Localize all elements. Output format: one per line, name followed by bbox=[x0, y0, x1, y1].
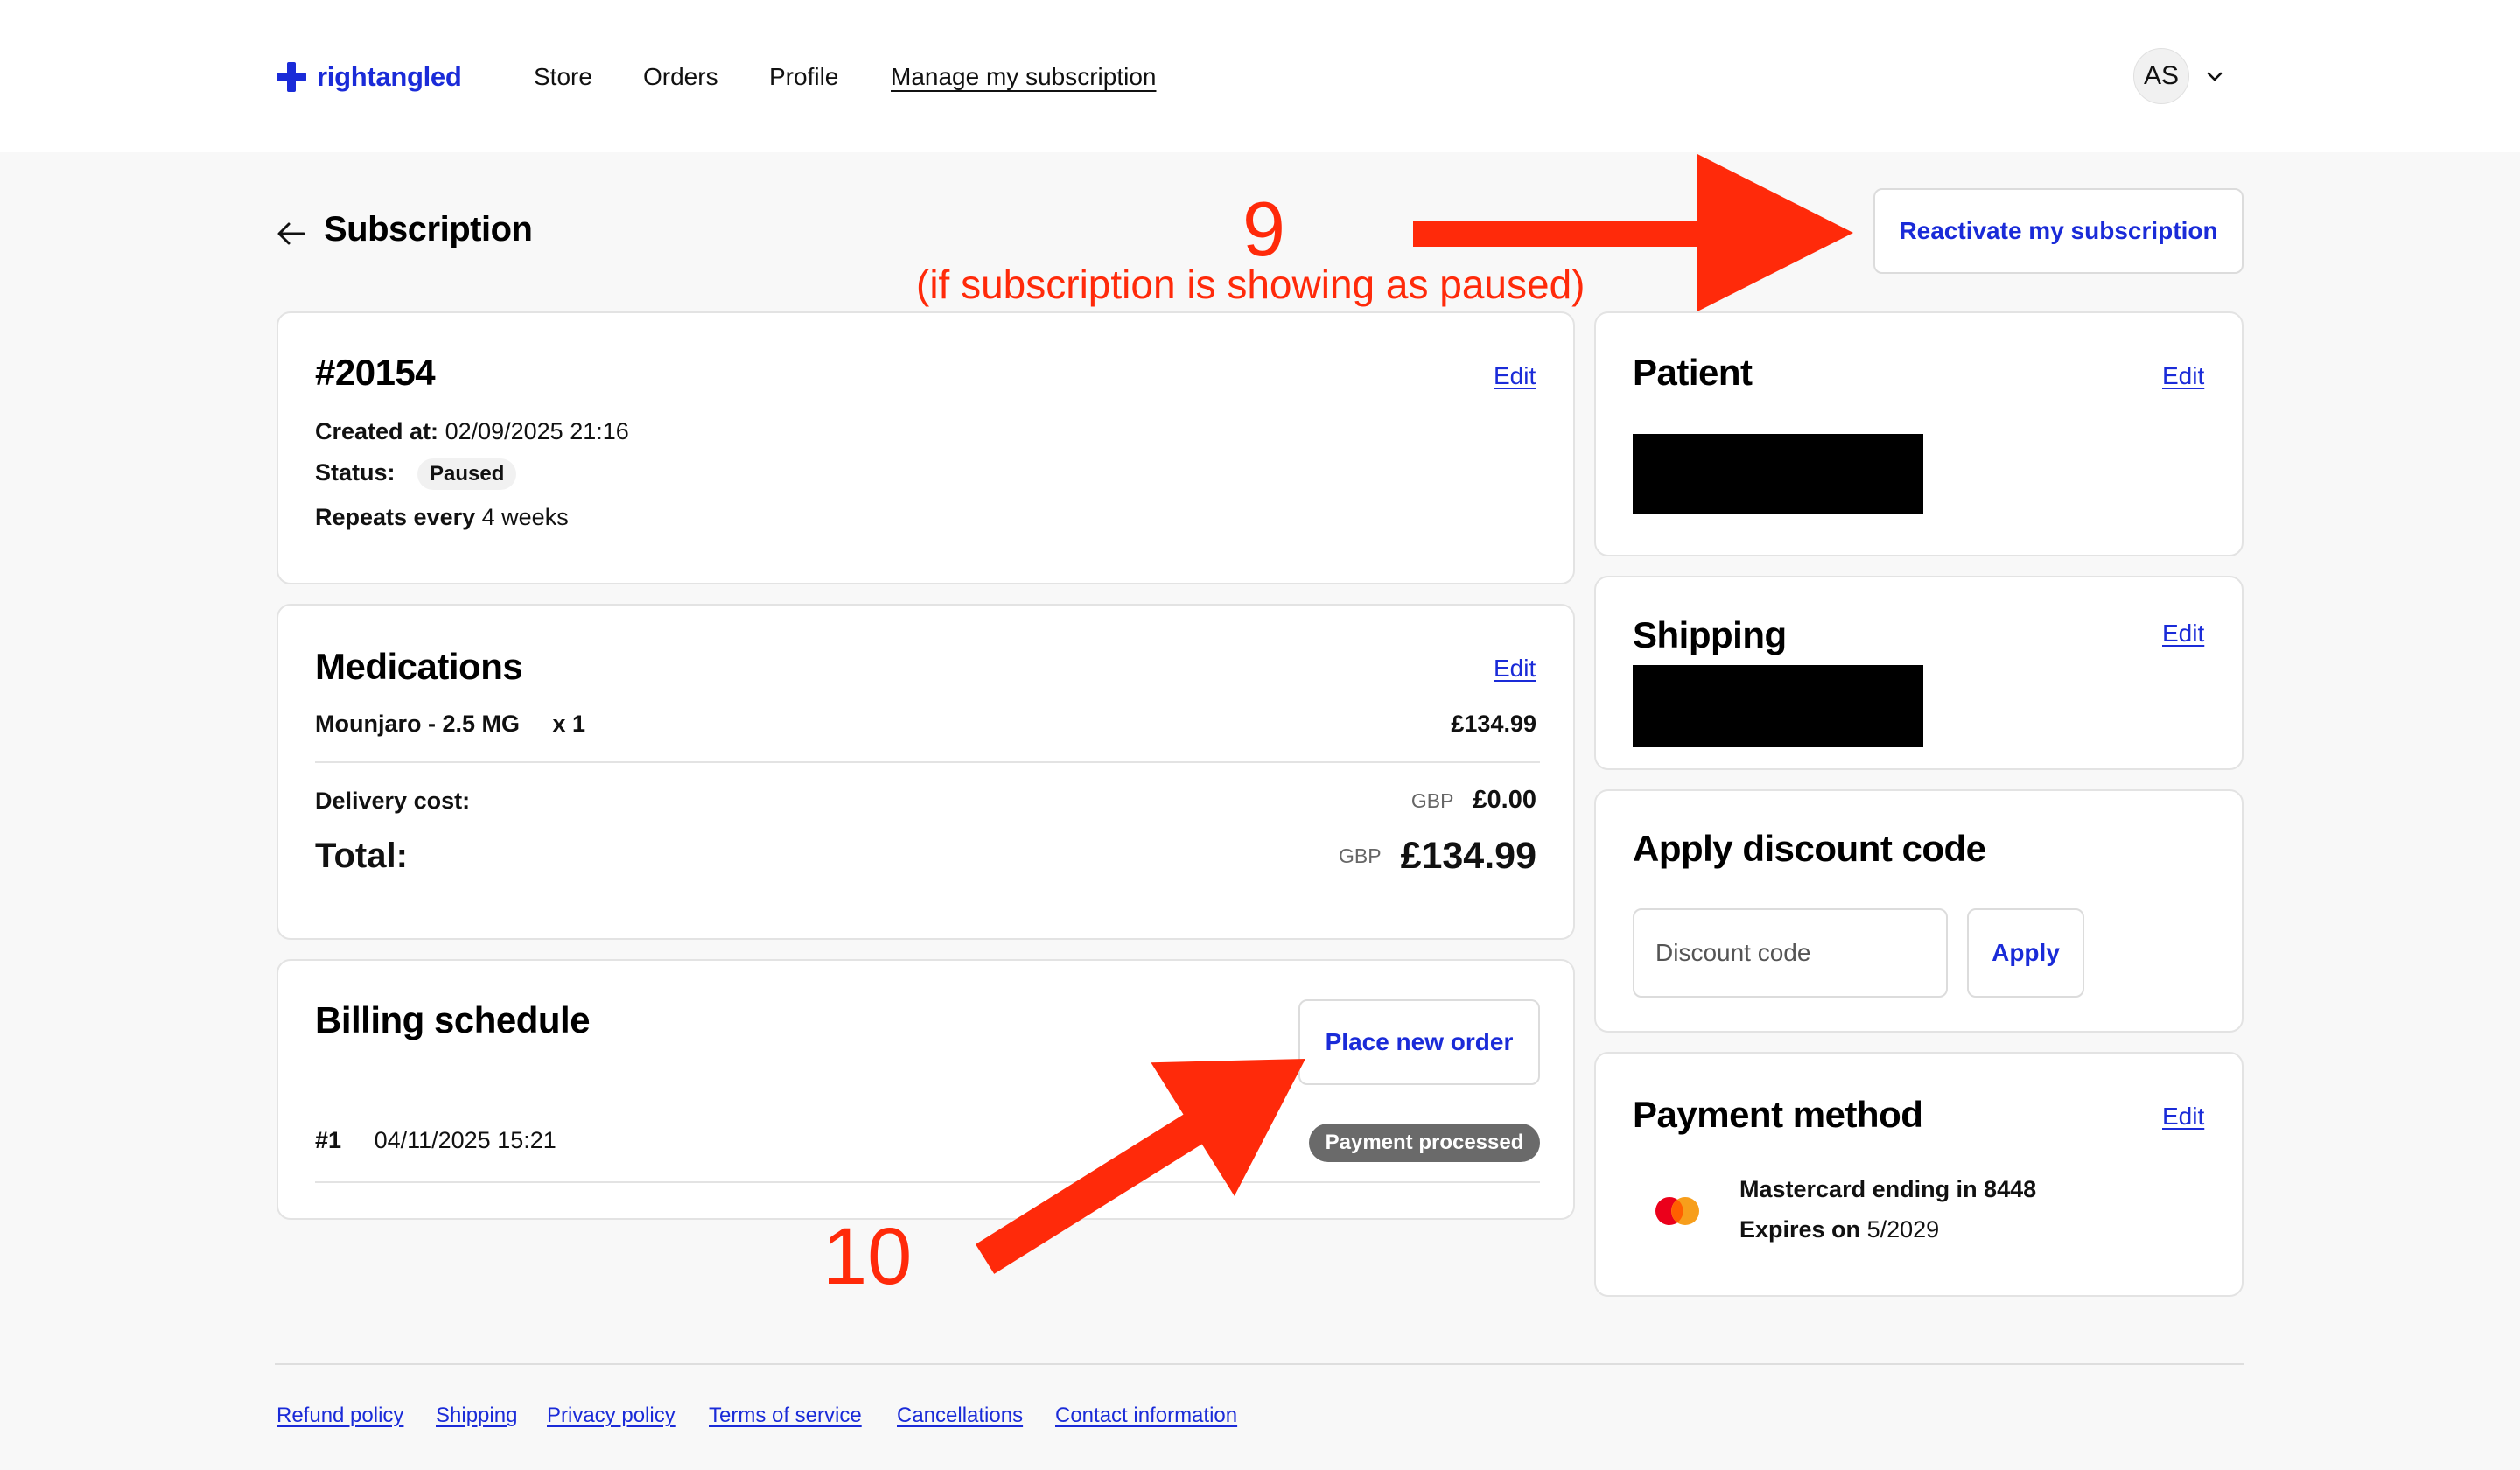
billing-row-number: #1 bbox=[315, 1127, 342, 1153]
discount-title: Apply discount code bbox=[1633, 828, 1986, 869]
redacted-patient-details bbox=[1633, 434, 1923, 514]
edit-patient-link[interactable]: Edit bbox=[2162, 362, 2204, 390]
mastercard-icon bbox=[1656, 1197, 1699, 1225]
billing-schedule-card: Billing schedule Place new order #1 04/1… bbox=[276, 959, 1575, 1220]
rightangled-logo-icon bbox=[276, 62, 306, 92]
created-at-value: 02/09/2025 21:16 bbox=[444, 418, 629, 444]
annotation-step-10: 10 bbox=[822, 1212, 913, 1301]
chevron-down-icon[interactable] bbox=[2205, 66, 2224, 86]
patient-title: Patient bbox=[1633, 352, 1753, 393]
subscription-summary-card: #20154 Edit Created at: 02/09/2025 21:16… bbox=[276, 312, 1575, 584]
billing-schedule-title: Billing schedule bbox=[315, 999, 591, 1040]
delivery-cost-value: £0.00 bbox=[1473, 786, 1536, 814]
repeats-row: Repeats every 4 weeks bbox=[315, 504, 569, 531]
nav-orders[interactable]: Orders bbox=[643, 60, 718, 94]
brand-name: rightangled bbox=[317, 61, 462, 92]
shipping-title: Shipping bbox=[1633, 614, 1787, 655]
redacted-shipping-address bbox=[1633, 665, 1923, 747]
account-menu[interactable]: AS bbox=[2133, 47, 2224, 105]
created-at-row: Created at: 02/09/2025 21:16 bbox=[315, 418, 629, 445]
repeats-value: 4 weeks bbox=[481, 504, 569, 530]
delivery-cost-value-row: GBP £0.00 bbox=[1411, 786, 1536, 815]
total-value-row: GBP £134.99 bbox=[1339, 835, 1536, 878]
total-label: Total: bbox=[315, 836, 408, 875]
subscription-id: #20154 bbox=[315, 352, 436, 393]
card-expiry-row: Expires on 5/2029 bbox=[1740, 1216, 1939, 1243]
footer-refund-policy-link[interactable]: Refund policy bbox=[276, 1404, 403, 1428]
status-label: Status: bbox=[315, 459, 396, 486]
medications-card: Medications Edit Mounjaro - 2.5 MG x 1 £… bbox=[276, 604, 1575, 940]
divider bbox=[315, 1181, 1540, 1183]
avatar[interactable]: AS bbox=[2133, 48, 2189, 104]
top-navigation-bar: rightangled Store Orders Profile Manage … bbox=[0, 0, 2520, 152]
payment-processed-badge: Payment processed bbox=[1309, 1124, 1540, 1162]
page-title: Subscription bbox=[324, 210, 533, 248]
footer-terms-of-service-link[interactable]: Terms of service bbox=[709, 1404, 862, 1428]
back-arrow-icon[interactable] bbox=[275, 217, 308, 250]
delivery-cost-label: Delivery cost: bbox=[315, 788, 471, 814]
total-currency: GBP bbox=[1338, 844, 1382, 867]
nav-profile[interactable]: Profile bbox=[769, 60, 838, 94]
annotation-step-9-note: (if subscription is showing as paused) bbox=[916, 262, 1586, 307]
patient-card: Patient Edit bbox=[1594, 312, 2244, 556]
medication-price: £134.99 bbox=[1451, 710, 1536, 737]
edit-subscription-link[interactable]: Edit bbox=[1494, 362, 1536, 390]
discount-code-input[interactable] bbox=[1633, 908, 1948, 998]
created-at-label: Created at: bbox=[315, 418, 439, 444]
apply-discount-button[interactable]: Apply bbox=[1967, 908, 2084, 998]
footer-privacy-policy-link[interactable]: Privacy policy bbox=[547, 1404, 676, 1428]
expires-label: Expires on bbox=[1740, 1216, 1861, 1242]
edit-shipping-link[interactable]: Edit bbox=[2162, 620, 2204, 648]
medication-quantity: x 1 bbox=[552, 710, 586, 737]
nav-manage-subscription[interactable]: Manage my subscription bbox=[891, 60, 1156, 94]
nav-store[interactable]: Store bbox=[534, 60, 592, 94]
payment-method-card: Payment method Edit Mastercard ending in… bbox=[1594, 1052, 2244, 1297]
footer-cancellations-link[interactable]: Cancellations bbox=[897, 1404, 1023, 1428]
billing-row-date: 04/11/2025 15:21 bbox=[374, 1127, 556, 1153]
billing-row[interactable]: #1 04/11/2025 15:21 bbox=[315, 1127, 556, 1154]
place-new-order-button[interactable]: Place new order bbox=[1298, 999, 1540, 1085]
discount-card: Apply discount code Apply bbox=[1594, 789, 2244, 1032]
payment-method-title: Payment method bbox=[1633, 1094, 1923, 1135]
reactivate-subscription-button[interactable]: Reactivate my subscription bbox=[1873, 188, 2244, 274]
medication-item-row: Mounjaro - 2.5 MG x 1 bbox=[315, 710, 585, 738]
medication-name: Mounjaro - 2.5 MG bbox=[315, 710, 521, 737]
shipping-card: Shipping Edit bbox=[1594, 576, 2244, 770]
edit-payment-method-link[interactable]: Edit bbox=[2162, 1102, 2204, 1130]
repeats-label: Repeats every bbox=[315, 504, 476, 530]
status-row: Status: Paused bbox=[315, 458, 517, 490]
medications-title: Medications bbox=[315, 646, 523, 687]
footer-divider bbox=[275, 1363, 2244, 1365]
expires-value: 5/2029 bbox=[1866, 1216, 1940, 1242]
status-badge: Paused bbox=[417, 458, 517, 490]
delivery-currency: GBP bbox=[1410, 789, 1454, 812]
divider bbox=[315, 761, 1540, 763]
footer-contact-information-link[interactable]: Contact information bbox=[1055, 1404, 1237, 1428]
annotation-step-9: 9 bbox=[1242, 186, 1285, 272]
edit-medications-link[interactable]: Edit bbox=[1494, 654, 1536, 682]
footer-shipping-link[interactable]: Shipping bbox=[436, 1404, 517, 1428]
total-value: £134.99 bbox=[1400, 835, 1536, 877]
card-description: Mastercard ending in 8448 bbox=[1740, 1176, 2037, 1202]
brand-logo[interactable]: rightangled bbox=[275, 58, 462, 96]
